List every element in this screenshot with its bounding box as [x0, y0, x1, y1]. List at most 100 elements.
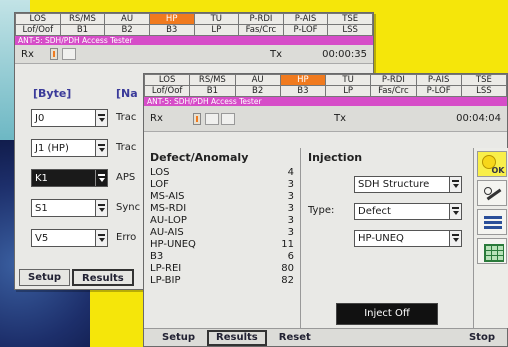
- injection-panel: Injection SDH Structure Type: Defect HP-…: [302, 148, 472, 328]
- rx-led-icon: [192, 112, 201, 125]
- tab-results[interactable]: Results: [207, 329, 267, 346]
- alarm-au: AU: [104, 13, 150, 25]
- defect-name: LP-REI: [150, 263, 182, 274]
- alarm-lss: LSS: [460, 85, 508, 97]
- front-bottom-tabs: Setup Results Reset Stop: [144, 328, 507, 346]
- list-view-icon[interactable]: [476, 209, 507, 235]
- alarm-p-rdi: P-RDI: [370, 74, 417, 86]
- back-window-title: ANT-5: SDH/PDH Access Tester: [15, 36, 373, 45]
- dropdown-arrow-icon: [95, 140, 107, 156]
- byte-select-j1[interactable]: J1 (HP): [31, 139, 108, 157]
- byte-select-j0[interactable]: J0: [31, 109, 108, 127]
- defect-row: MS-AIS 3: [150, 191, 294, 203]
- defect-count: 11: [281, 239, 294, 250]
- rx-indicator-box: [61, 48, 76, 60]
- alarm-rs-ms: RS/MS: [59, 13, 106, 25]
- alarm-b1: B1: [189, 85, 236, 97]
- tab-setup[interactable]: Setup: [19, 269, 71, 286]
- rx-led-icon: [49, 48, 58, 60]
- byte-value: V5: [35, 232, 49, 244]
- alarm-lp: LP: [193, 24, 240, 36]
- alarm-hp: HP: [148, 13, 195, 25]
- type-select[interactable]: Defect: [354, 203, 462, 220]
- alarm-lof-oof: Lof/Oof: [143, 85, 191, 97]
- front-tester-window: LOS RS/MS AU HP TU P-RDI P-AIS TSE Lof/O…: [143, 73, 508, 347]
- tool-sidebar: OK: [473, 148, 508, 328]
- name-label: Erro: [116, 232, 137, 243]
- structure-value: SDH Structure: [358, 179, 430, 190]
- defect-row: LP-REI 80: [150, 263, 294, 275]
- defect-count: 3: [287, 203, 294, 214]
- name-header: [Na: [116, 87, 138, 100]
- defect-row: MS-RDI 3: [150, 203, 294, 215]
- alarm-los: LOS: [143, 74, 191, 86]
- name-label: Sync: [116, 202, 141, 213]
- name-label: Trac: [116, 142, 137, 153]
- alarm-fas-crc: Fas/Crc: [238, 24, 284, 36]
- defect-anomaly-panel: Defect/Anomaly LOS 4 LOF 3 MS-AIS 3 MS-RDI 3…: [144, 148, 301, 328]
- defect-count: 3: [287, 215, 294, 226]
- defect-row: B3 6: [150, 251, 294, 263]
- byte-select-k1[interactable]: K1: [31, 169, 108, 187]
- defect-row: AU-LOP 3: [150, 215, 294, 227]
- alarm-lof-oof: Lof/Oof: [15, 24, 61, 36]
- alarm-b3: B3: [148, 24, 195, 36]
- back-alarm-grid: LOS RS/MS AU HP TU P-RDI P-AIS TSE Lof/O…: [15, 13, 373, 36]
- back-tabs: Setup Results: [19, 269, 136, 286]
- reset-button[interactable]: Reset: [271, 330, 319, 346]
- ok-smiley-icon[interactable]: OK: [476, 151, 507, 177]
- front-window-title: ANT-5: SDH/PDH Access Tester: [144, 97, 507, 106]
- defect-count: 6: [287, 251, 294, 262]
- dropdown-arrow-icon: [95, 110, 107, 126]
- defect-count: 3: [287, 227, 294, 238]
- alarm-b1: B1: [59, 24, 106, 36]
- alarm-lss: LSS: [327, 24, 373, 36]
- injection-header: Injection: [308, 151, 363, 164]
- rx-indicator-box: [204, 112, 219, 125]
- dropdown-arrow-icon: [95, 170, 107, 186]
- front-alarm-grid: LOS RS/MS AU HP TU P-RDI P-AIS TSE Lof/O…: [143, 74, 508, 97]
- stop-button[interactable]: Stop: [461, 330, 503, 346]
- dropdown-arrow-icon: [95, 200, 107, 216]
- byte-value: J1 (HP): [35, 142, 69, 154]
- back-statusbar: Rx Tx 00:00:35: [15, 45, 373, 64]
- alarm-p-ais: P-AIS: [282, 13, 329, 25]
- defect-row: LOS 4: [150, 167, 294, 179]
- name-label: APS: [116, 172, 136, 183]
- defect-row: LOF 3: [150, 179, 294, 191]
- name-label: Trac: [116, 112, 137, 123]
- alarm-tu: TU: [324, 74, 372, 86]
- defect-count: 82: [281, 275, 294, 286]
- back-time: 00:00:35: [322, 48, 367, 60]
- byte-select-s1[interactable]: S1: [31, 199, 108, 217]
- defect-name: LOF: [150, 179, 169, 190]
- alarm-tse: TSE: [460, 74, 508, 86]
- defect-count: 80: [281, 263, 294, 274]
- probe-pen-icon[interactable]: [476, 180, 507, 206]
- alarm-tu: TU: [193, 13, 240, 25]
- dropdown-arrow-icon: [449, 204, 461, 219]
- structure-select[interactable]: SDH Structure: [354, 176, 462, 193]
- byte-value: J0: [35, 112, 45, 124]
- rx-indicator-box: [220, 112, 235, 125]
- alarm-au: AU: [234, 74, 281, 86]
- tx-label: Tx: [334, 113, 347, 124]
- alarm-lp: LP: [324, 85, 372, 97]
- defect-name: AU-AIS: [150, 227, 184, 238]
- grid-table-icon[interactable]: [476, 238, 507, 264]
- tx-label: Tx: [270, 48, 283, 60]
- ok-label: OK: [491, 166, 505, 175]
- tab-setup[interactable]: Setup: [154, 330, 203, 346]
- byte-select-v5[interactable]: V5: [31, 229, 108, 247]
- defect-select[interactable]: HP-UNEQ: [354, 230, 462, 247]
- defect-header: Defect/Anomaly: [150, 151, 249, 164]
- alarm-b2: B2: [104, 24, 150, 36]
- defect-name: MS-AIS: [150, 191, 185, 202]
- alarm-fas-crc: Fas/Crc: [370, 85, 417, 97]
- alarm-p-lof: P-LOF: [282, 24, 329, 36]
- defect-row: LP-BIP 82: [150, 275, 294, 287]
- defect-name: MS-RDI: [150, 203, 187, 214]
- inject-off-button[interactable]: Inject Off: [336, 303, 438, 325]
- alarm-p-lof: P-LOF: [415, 85, 462, 97]
- tab-results[interactable]: Results: [72, 269, 134, 286]
